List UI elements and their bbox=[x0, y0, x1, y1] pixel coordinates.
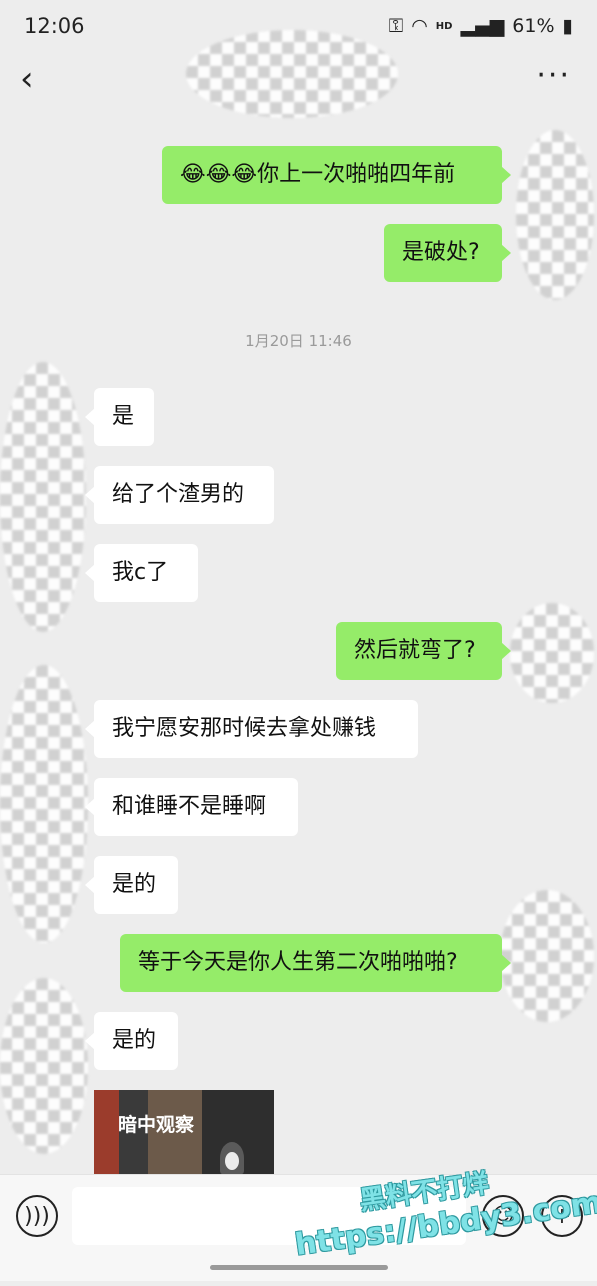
sticker-caption: 暗中观察 bbox=[118, 1114, 195, 1136]
emoji-icon[interactable]: ☺ bbox=[482, 1195, 524, 1237]
avatar-self-redacted[interactable] bbox=[510, 603, 594, 703]
message-bubble-incoming[interactable]: 是的 bbox=[85, 1012, 178, 1070]
home-indicator[interactable] bbox=[210, 1265, 388, 1270]
message-bubble-incoming[interactable]: 是的 bbox=[85, 856, 178, 914]
wifi-icon: ◠ bbox=[411, 15, 428, 37]
message-bubble-incoming[interactable]: 我宁愿安那时候去拿处赚钱 bbox=[85, 700, 418, 758]
vpn-key-icon: ⚿ bbox=[388, 15, 404, 37]
sticker-image[interactable]: 暗中观察 bbox=[94, 1090, 274, 1174]
message-bubble-outgoing[interactable]: 是破处? bbox=[384, 224, 511, 282]
message-bubble-incoming[interactable]: 给了个渣男的 bbox=[85, 466, 274, 524]
battery-icon: ▮ bbox=[562, 15, 573, 37]
network-label: HD bbox=[435, 20, 453, 32]
status-time: 12:06 bbox=[24, 14, 85, 38]
avatar-contact-redacted[interactable] bbox=[0, 665, 88, 943]
plus-icon[interactable]: + bbox=[541, 1195, 583, 1237]
message-bubble-outgoing[interactable]: 😂😂😂你上一次啪啪四年前 bbox=[162, 146, 511, 204]
message-timestamp: 1月20日 11:46 bbox=[245, 332, 352, 350]
battery-percent: 61% bbox=[512, 15, 555, 37]
message-bubble-outgoing[interactable]: 然后就弯了? bbox=[336, 622, 511, 680]
back-arrow-icon[interactable]: ‹ bbox=[20, 62, 34, 96]
avatar-contact-redacted[interactable] bbox=[0, 978, 88, 1154]
signal-icon: ▂▄▆ bbox=[460, 15, 505, 37]
message-bubble-incoming[interactable]: 是 bbox=[85, 388, 154, 446]
avatar-self-redacted[interactable] bbox=[500, 890, 594, 1022]
status-icons: ⚿ ◠ HD ▂▄▆ 61% ▮ bbox=[389, 15, 573, 37]
contact-name-redacted bbox=[186, 30, 398, 118]
message-bubble-incoming[interactable]: 和谁睡不是睡啊 bbox=[85, 778, 298, 836]
message-bubble-incoming[interactable]: 我c了 bbox=[85, 544, 198, 602]
avatar-contact-redacted[interactable] bbox=[0, 362, 86, 632]
chat-header: ‹ ··· bbox=[0, 30, 597, 118]
avatar-self-redacted[interactable] bbox=[516, 130, 594, 300]
message-input[interactable] bbox=[72, 1187, 466, 1245]
voice-icon[interactable]: ))) bbox=[16, 1195, 58, 1237]
penguin-icon bbox=[220, 1142, 244, 1174]
more-options-icon[interactable]: ··· bbox=[536, 58, 571, 93]
message-bubble-outgoing[interactable]: 等于今天是你人生第二次啪啪啪? bbox=[120, 934, 511, 992]
